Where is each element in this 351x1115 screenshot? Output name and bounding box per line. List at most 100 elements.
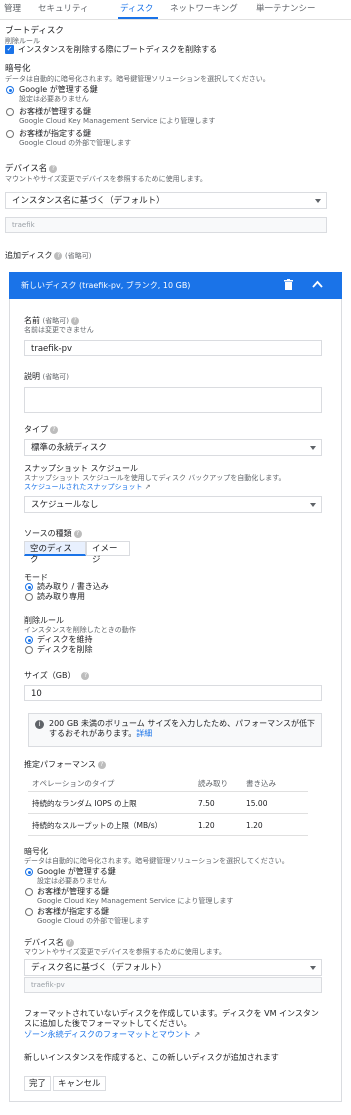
disk-type-value: 標準の永続ディスク (31, 443, 107, 453)
help-icon[interactable]: ? (50, 425, 58, 434)
radio-google-managed-sub: 設定は必要ありません (19, 95, 89, 103)
source-image-button[interactable]: イメージ (86, 541, 130, 565)
disk-encryption-title: 暗号化 (24, 847, 48, 856)
source-type-label: ソースの種類? (24, 529, 82, 539)
perf-cell-type: 持続的なランダム IOPS の上限 (32, 799, 137, 808)
tab-active-indicator (118, 17, 158, 19)
radio-delete-disk-label: ディスクを削除 (37, 645, 93, 654)
snapshot-label: スナップショット スケジュール (24, 464, 138, 473)
chevron-down-icon (310, 446, 316, 450)
disk-type-select[interactable]: 標準の永続ディスク (24, 439, 322, 456)
help-icon[interactable]: ? (81, 671, 90, 680)
delete-icon[interactable] (284, 279, 293, 290)
radio-customer-supplied[interactable] (6, 130, 14, 138)
new-disk-header[interactable]: 新しいディスク (traefik-pv, ブランク, 10 GB) (9, 272, 342, 299)
radio-disk-customer-managed[interactable] (25, 888, 33, 896)
new-instance-note: 新しいインスタンスを作成すると、この新しいディスクが追加されます (24, 1053, 279, 1062)
external-link-icon: ↗ (144, 483, 151, 491)
perf-header-type: オペレーションのタイプ (32, 779, 115, 788)
help-icon[interactable]: ? (65, 938, 74, 947)
deletion-rule-desc: インスタンスを削除したときの動作 (24, 626, 136, 634)
radio-read-write-label: 読み取り / 書き込み (37, 582, 109, 591)
radio-customer-managed[interactable] (6, 108, 14, 116)
disk-type-label: タイプ? (24, 425, 58, 435)
chevron-down-icon (310, 966, 316, 970)
tab-sole-tenancy[interactable]: 単一テナンシー (256, 4, 316, 15)
tab-management[interactable]: 管理 (4, 4, 21, 15)
table-row: 持続的なランダム IOPS の上限 7.50 15.00 (28, 792, 308, 814)
disk-device-name-select[interactable]: ディスク名に基づく（デフォルト） (24, 959, 322, 976)
disk-encryption-desc: データは自動的に暗号化されます。暗号鍵管理ソリューションを選択してください。 (24, 857, 289, 865)
perf-cell-read: 1.20 (198, 821, 215, 830)
radio-disk-customer-supplied-sub: Google Cloud の外部で管理します (37, 917, 150, 925)
radio-customer-supplied-label: お客様が指定する鍵 (19, 129, 91, 138)
performance-info-link[interactable]: 詳細 (136, 729, 152, 738)
encryption-title: 暗号化 (5, 64, 31, 74)
info-icon: i (35, 720, 44, 729)
radio-read-only[interactable] (25, 593, 33, 601)
disk-name-label: 名前 (省略可)? (24, 316, 80, 326)
done-button[interactable]: 完了 (24, 1076, 52, 1091)
size-input[interactable]: 10 (24, 685, 322, 701)
radio-disk-customer-managed-label: お客様が管理する鍵 (37, 887, 109, 896)
radio-customer-managed-sub: Google Cloud Key Management Service により管… (19, 117, 216, 125)
format-link[interactable]: ゾーン永続ディスクのフォーマットとマウント ↗ (24, 1030, 200, 1039)
disk-device-name-desc: マウントやサイズ変更でデバイスを参照するために使用します。 (24, 948, 226, 956)
device-name-select[interactable]: インスタンス名に基づく（デフォルト） (5, 192, 327, 209)
radio-read-only-label: 読み取り専用 (37, 592, 85, 601)
perf-cell-read: 7.50 (198, 799, 215, 808)
chevron-down-icon (315, 199, 321, 203)
help-icon[interactable]: ? (71, 316, 80, 325)
disk-device-name-title: デバイス名? (24, 938, 74, 948)
source-blank-disk-button[interactable]: 空のディスク (24, 541, 86, 565)
table-row: 持続的なスループットの上限（MB/s） 1.20 1.20 (28, 814, 308, 836)
help-icon[interactable]: ? (49, 164, 58, 173)
tab-bar: 管理 セキュリティ ディスク ネットワーキング 単一テナンシー (0, 0, 351, 20)
performance-info-box: i 200 GB 未満のボリューム サイズを入力したため、パフォーマンスが低下す… (28, 713, 322, 747)
boot-delete-checkbox-label: インスタンスを削除する際にブートディスクを削除する (18, 45, 218, 54)
cancel-button[interactable]: キャンセル (53, 1076, 106, 1091)
radio-customer-managed-label: お客様が管理する鍵 (19, 107, 91, 116)
radio-delete-disk[interactable] (25, 646, 33, 654)
radio-disk-customer-supplied[interactable] (25, 908, 33, 916)
external-link-icon: ↗ (193, 1029, 201, 1039)
encryption-desc: データは自動的に暗号化されます。暗号鍵管理ソリューションを選択してください。 (5, 75, 270, 83)
radio-disk-google-managed[interactable] (25, 868, 33, 876)
perf-cell-write: 15.00 (246, 799, 268, 808)
tab-disks[interactable]: ディスク (120, 4, 153, 15)
tab-networking[interactable]: ネットワーキング (170, 4, 238, 15)
new-disk-header-title: 新しいディスク (traefik-pv, ブランク, 10 GB) (21, 281, 191, 290)
boot-delete-checkbox[interactable]: ✓ (5, 45, 14, 54)
format-note: フォーマットされていないディスクを作成しています。ディスクを VM インスタンス… (24, 1009, 319, 1039)
performance-info-text: 200 GB 未満のボリューム サイズを入力したため、パフォーマンスが低下するお… (49, 719, 315, 739)
boot-disk-title: ブートディスク (5, 26, 64, 36)
help-icon[interactable]: ? (54, 251, 63, 260)
radio-keep-disk[interactable] (25, 636, 33, 644)
radio-read-write[interactable] (25, 583, 33, 591)
radio-google-managed-label: Google が管理する鍵 (19, 85, 98, 94)
radio-disk-google-managed-sub: 設定は必要ありません (37, 877, 107, 885)
disk-desc-label: 説明 (省略可) (24, 372, 70, 381)
perf-header-write: 書き込み (246, 779, 276, 788)
snapshot-link[interactable]: スケジュールされたスナップショット ↗ (24, 483, 151, 492)
perf-title: 推定パフォーマンス? (24, 760, 106, 770)
radio-keep-disk-label: ディスクを維持 (37, 635, 93, 644)
disk-desc-textarea[interactable] (24, 387, 322, 413)
chevron-up-icon[interactable] (312, 280, 323, 288)
tab-security[interactable]: セキュリティ (38, 4, 89, 15)
deletion-rule-label: 削除ルール (24, 616, 64, 625)
radio-disk-google-managed-label: Google が管理する鍵 (37, 867, 116, 876)
device-name-select-value: インスタンス名に基づく（デフォルト） (12, 196, 165, 206)
perf-cell-type: 持続的なスループットの上限（MB/s） (32, 821, 163, 830)
snapshot-value: スケジュールなし (31, 500, 99, 510)
disk-name-input[interactable]: traefik-pv (24, 340, 322, 356)
chevron-down-icon (310, 503, 316, 507)
disk-name-desc: 名前は変更できません (24, 326, 94, 334)
snapshot-select[interactable]: スケジュールなし (24, 496, 322, 513)
perf-cell-write: 1.20 (246, 821, 263, 830)
radio-disk-customer-supplied-label: お客様が指定する鍵 (37, 907, 109, 916)
help-icon[interactable]: ? (97, 760, 106, 769)
radio-google-managed[interactable] (6, 86, 14, 94)
perf-header-read: 読み取り (198, 779, 228, 788)
help-icon[interactable]: ? (73, 529, 82, 538)
